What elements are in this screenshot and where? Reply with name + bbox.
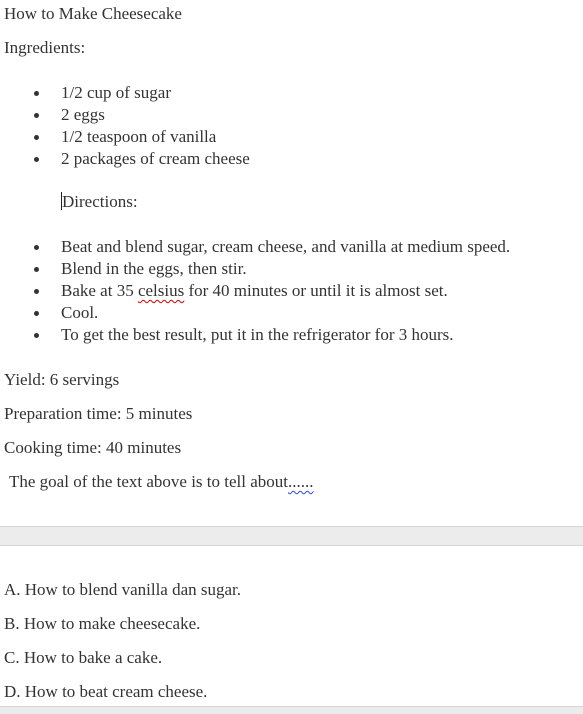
spelling-error-word[interactable]: celsius: [138, 281, 184, 300]
bullet-icon: [34, 267, 39, 272]
direction-text-part: Bake at 35: [61, 281, 138, 300]
yield-text: Yield: 6 servings: [4, 370, 120, 389]
prep-time-text: Preparation time: 5 minutes: [4, 404, 193, 423]
cook-time-text: Cooking time: 40 minutes: [4, 438, 182, 457]
option-c[interactable]: C. How to bake a cake.: [4, 648, 162, 668]
bullet-icon: [34, 113, 39, 118]
question-text: The goal of the text above is to tell ab…: [9, 472, 289, 491]
directions-list: Beat and blend sugar, cream cheese, and …: [0, 236, 510, 346]
list-item: Beat and blend sugar, cream cheese, and …: [0, 236, 510, 258]
page-title: How to Make Cheesecake: [4, 4, 182, 23]
list-item: 1/2 teaspoon of vanilla: [0, 126, 250, 148]
ingredient-text: 2 packages of cream cheese: [61, 149, 250, 168]
ingredient-text: 1/2 teaspoon of vanilla: [61, 127, 217, 146]
list-item: 2 eggs: [0, 104, 250, 126]
direction-text: Cool.: [61, 303, 99, 322]
option-a[interactable]: A. How to blend vanilla dan sugar.: [4, 580, 241, 600]
bullet-icon: [34, 245, 39, 250]
bullet-icon: [34, 91, 39, 96]
direction-text: To get the best result, put it in the re…: [61, 325, 454, 344]
directions-heading-line[interactable]: Directions:: [61, 192, 138, 212]
bullet-icon: [34, 311, 39, 316]
option-b[interactable]: B. How to make cheesecake.: [4, 614, 200, 634]
direction-text: Blend in the eggs, then stir.: [61, 259, 247, 278]
ingredient-text: 1/2 cup of sugar: [61, 83, 172, 102]
list-item: 1/2 cup of sugar: [0, 82, 250, 104]
question-line: The goal of the text above is to tell ab…: [9, 472, 314, 492]
section-separator: [0, 526, 583, 546]
direction-text-part: for 40 minutes or until it is almost set…: [184, 281, 448, 300]
bullet-icon: [34, 289, 39, 294]
direction-text: Beat and blend sugar, cream cheese, and …: [61, 237, 511, 256]
list-item: Blend in the eggs, then stir.: [0, 258, 510, 280]
list-item: 2 packages of cream cheese: [0, 148, 250, 170]
list-item: Bake at 35 celsius for 40 minutes or unt…: [0, 280, 510, 302]
ingredient-text: 2 eggs: [61, 105, 105, 124]
ingredients-heading: Ingredients:: [4, 38, 86, 57]
ingredients-list: 1/2 cup of sugar 2 eggs 1/2 teaspoon of …: [0, 82, 250, 170]
list-item: To get the best result, put it in the re…: [0, 324, 510, 346]
list-item: Cool.: [0, 302, 510, 324]
bullet-icon: [34, 333, 39, 338]
directions-heading: Directions:: [62, 192, 138, 211]
question-blank: ......: [288, 472, 314, 491]
bullet-icon: [34, 157, 39, 162]
bullet-icon: [34, 135, 39, 140]
option-d[interactable]: D. How to beat cream cheese.: [4, 682, 207, 702]
